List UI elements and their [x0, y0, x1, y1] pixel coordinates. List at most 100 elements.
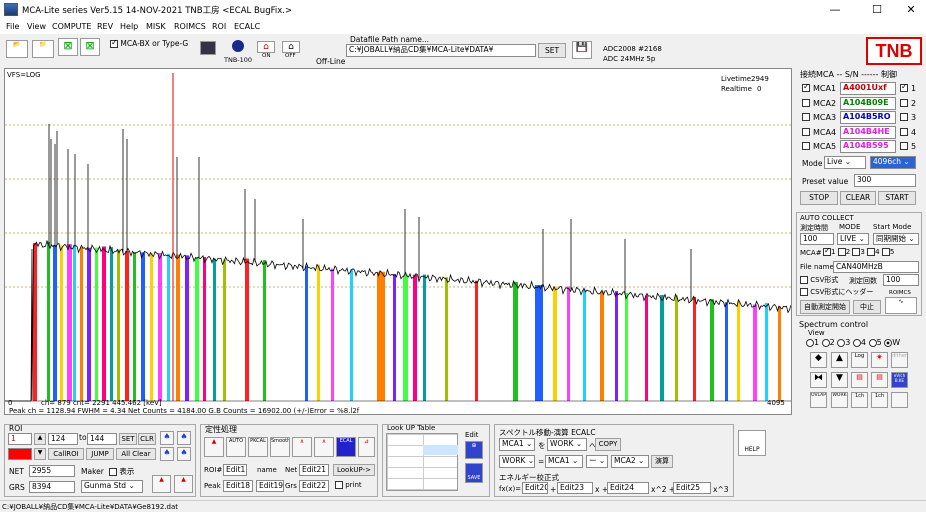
pkcal-icon[interactable]: PKCAL: [248, 437, 268, 457]
menu-roimcs[interactable]: ROIMCS: [174, 22, 206, 31]
view-radio-2[interactable]: [821, 338, 830, 347]
spectrum-plot[interactable]: VFS=LOG Livetime 2949 Realtime 0 0 4095 …: [4, 68, 792, 415]
mca3-control-checkbox[interactable]: [900, 113, 908, 122]
tnb100-icon[interactable]: [232, 40, 244, 52]
all-clear-button[interactable]: All Clear: [116, 448, 156, 460]
roisave-icon[interactable]: ∧: [314, 437, 334, 457]
mode-select[interactable]: Live ⌄: [824, 156, 866, 169]
zoom-icon[interactable]: ✴: [871, 352, 888, 368]
ev-ch-icon[interactable]: eV/ch B.KE: [891, 372, 908, 388]
roi-bell3-icon[interactable]: ♠: [160, 447, 174, 461]
src-mca-select[interactable]: MCA1 ⌄: [499, 438, 535, 451]
edit23-input[interactable]: Edit23: [557, 482, 593, 494]
menu-misk[interactable]: MISK: [146, 22, 166, 31]
roi-clr-button[interactable]: CLR: [138, 433, 156, 445]
help-icon[interactable]: HELP: [738, 430, 766, 456]
jump-button[interactable]: JUMP: [86, 448, 114, 460]
roi-bell-icon[interactable]: ♠: [160, 431, 174, 445]
roi-up-button[interactable]: ▲: [34, 433, 46, 445]
file-name-input[interactable]: CAN40MHzB: [833, 261, 919, 273]
mca4-control-checkbox[interactable]: [900, 127, 908, 136]
ac-mca4-checkbox[interactable]: [867, 248, 876, 256]
auto-icon[interactable]: AUTO: [226, 437, 246, 457]
callroi-button[interactable]: CallROI: [48, 448, 84, 460]
view-radio-4[interactable]: [852, 338, 861, 347]
roimcs-wave-icon[interactable]: ∿: [885, 297, 917, 314]
ac-mca1-checkbox[interactable]: [823, 246, 831, 256]
view-radio-5[interactable]: [868, 338, 877, 347]
expand-horizontal-icon[interactable]: ◆: [810, 352, 827, 368]
maker-select[interactable]: Gunma Std ⌄: [81, 480, 143, 493]
peak-find-icon[interactable]: ▲: [204, 437, 224, 457]
menu-view[interactable]: View: [27, 22, 46, 31]
roiscan2-icon[interactable]: ▲: [174, 475, 193, 493]
roi-down-button[interactable]: ▼: [34, 448, 46, 460]
lookup-edit-icon[interactable]: ⊕: [465, 441, 483, 459]
mca2-checkbox[interactable]: [802, 98, 810, 107]
calc-button[interactable]: 演算: [651, 455, 673, 468]
edit24-input[interactable]: Edit24: [607, 482, 649, 494]
edit1-input[interactable]: Edit1: [223, 464, 247, 476]
dest-work-select[interactable]: WORK ⌄: [547, 438, 587, 451]
result-work-select[interactable]: WORK ⌄: [499, 455, 535, 468]
edit18-input[interactable]: Edit18: [223, 480, 253, 492]
ac-mode-select[interactable]: LIVE ⌄: [837, 233, 869, 245]
menu-rev[interactable]: REV: [97, 22, 113, 31]
monitor-icon[interactable]: [200, 41, 216, 55]
mca-type-checkbox[interactable]: [110, 38, 118, 48]
menu-roi[interactable]: ROI: [212, 22, 226, 31]
lookup-chart-icon[interactable]: ⊿: [358, 437, 375, 457]
edit21-input[interactable]: Edit21: [299, 464, 329, 476]
blank-icon[interactable]: [891, 392, 908, 408]
close-all-icon[interactable]: ⊠: [80, 38, 100, 56]
close-button[interactable]: ✕: [896, 2, 926, 18]
roi-number-input[interactable]: 1: [8, 433, 32, 445]
operator-select[interactable]: ー ⌄: [586, 455, 608, 468]
edit22-input[interactable]: Edit22: [299, 480, 329, 492]
auto-stop-button[interactable]: 中止: [853, 300, 881, 314]
roi-bell4-icon[interactable]: ♠: [177, 447, 191, 461]
menu-ecalc[interactable]: ECALC: [234, 22, 260, 31]
lookup-selected-cell[interactable]: [423, 445, 458, 455]
menu-file[interactable]: File: [6, 22, 19, 31]
roiscan-icon[interactable]: ▲: [152, 475, 171, 493]
step-left-icon[interactable]: 1ch: [851, 392, 868, 408]
copy-button[interactable]: COPY: [595, 438, 621, 451]
power-on-icon[interactable]: ⌂: [257, 41, 275, 53]
edit19-input[interactable]: Edit19: [256, 480, 284, 492]
edit20-input[interactable]: Edit20: [522, 482, 548, 494]
ac-mca3-checkbox[interactable]: [852, 248, 861, 256]
smooth-icon[interactable]: Smooth: [270, 437, 290, 457]
roi-to-input[interactable]: 144: [87, 433, 117, 445]
stop-button[interactable]: STOP: [800, 191, 838, 205]
datafile-path-input[interactable]: C:¥JOBALL¥納品CD集¥MCA-Lite¥DATA¥: [346, 44, 536, 57]
count-input[interactable]: 100: [883, 274, 919, 286]
operand2-select[interactable]: MCA2 ⌄: [611, 455, 649, 468]
maximize-button[interactable]: ☐: [862, 2, 892, 18]
open-folder-icon[interactable]: 📂: [6, 40, 28, 58]
expand-vertical-icon[interactable]: ▲: [831, 352, 848, 368]
roi-bell2-icon[interactable]: ♠: [177, 431, 191, 445]
ecal-icon[interactable]: ECAL: [336, 437, 356, 457]
shrink-vertical-icon[interactable]: ▼: [831, 372, 848, 388]
mca4-checkbox[interactable]: [802, 127, 810, 136]
dither-icon[interactable]: dither: [891, 352, 908, 368]
view-radio-1[interactable]: [806, 338, 814, 347]
ac-mca5-checkbox[interactable]: [881, 248, 890, 256]
mca3-checkbox[interactable]: [802, 113, 810, 122]
edit25-input[interactable]: Edit25: [673, 482, 711, 494]
lookup-table-grid[interactable]: [386, 433, 458, 491]
csv-header-checkbox[interactable]: [800, 288, 808, 296]
menu-help[interactable]: Help: [120, 22, 138, 31]
peak-search-icon[interactable]: ▤: [851, 372, 868, 388]
close-mca-icon[interactable]: ⊠: [58, 38, 78, 56]
menu-compute[interactable]: COMPUTE: [52, 22, 91, 31]
roicall-icon[interactable]: ∧: [292, 437, 312, 457]
preset-input[interactable]: 300: [854, 174, 916, 187]
shrink-horizontal-icon[interactable]: ⧓: [810, 372, 827, 388]
lookup-save-icon[interactable]: SAVE: [465, 463, 483, 483]
time-input[interactable]: 100: [800, 233, 834, 245]
mca1-control-checkbox[interactable]: [900, 82, 908, 92]
floppy-icon[interactable]: 💾: [572, 41, 592, 59]
roi-set-button[interactable]: SET: [119, 433, 137, 445]
